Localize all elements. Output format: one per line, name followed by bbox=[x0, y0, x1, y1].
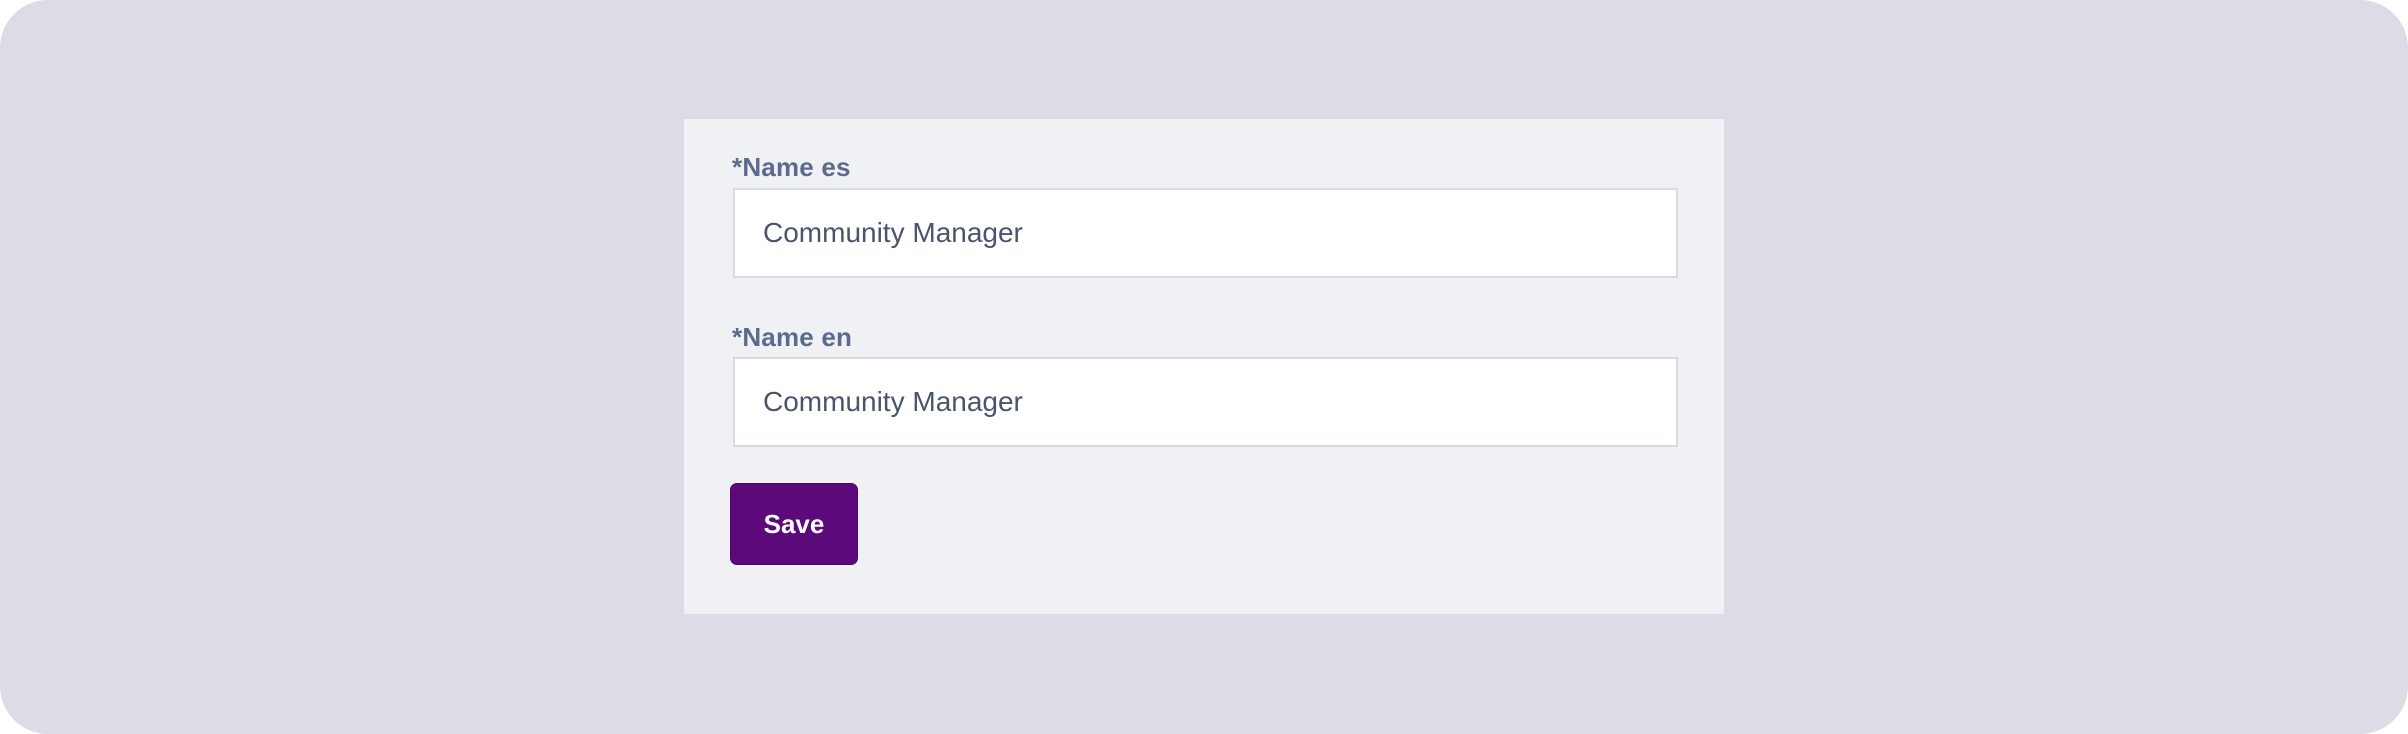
edit-form-card: *Name es *Name en Save bbox=[684, 119, 1724, 614]
page-background: *Name es *Name en Save bbox=[0, 0, 2408, 734]
name-es-label: *Name es bbox=[732, 152, 851, 182]
name-es-input[interactable] bbox=[733, 188, 1678, 278]
name-en-input[interactable] bbox=[733, 357, 1678, 447]
name-en-label: *Name en bbox=[732, 322, 853, 352]
save-button[interactable]: Save bbox=[730, 483, 858, 565]
